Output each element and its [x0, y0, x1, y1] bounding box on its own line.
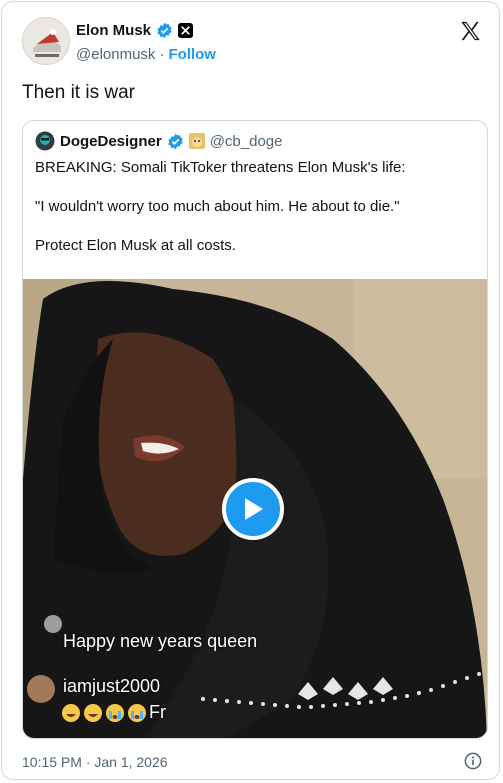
author-avatar[interactable] — [22, 17, 70, 65]
quoted-text-line: "I wouldn't worry too much about him. He… — [35, 198, 400, 215]
crying-emoji-icon — [127, 703, 147, 723]
laughing-emoji-icon — [83, 703, 103, 723]
crying-emoji-icon — [105, 703, 125, 723]
video-overlay-username: iamjust2000 — [63, 676, 161, 696]
author-handle[interactable]: @elonmusk — [76, 46, 155, 63]
follow-button[interactable]: Follow — [168, 46, 216, 63]
verified-badge-icon — [156, 22, 173, 39]
quoted-text-line: Protect Elon Musk at all costs. — [35, 237, 236, 254]
x-affiliate-badge-icon — [178, 23, 194, 38]
tweet-text: Then it is war — [22, 82, 135, 103]
x-logo-icon[interactable] — [459, 20, 482, 42]
quoted-author-name[interactable]: DogeDesigner — [60, 133, 162, 150]
doge-badge-icon — [188, 133, 205, 149]
tweet-card: Elon Musk @elonmusk · Follow Then it is … — [1, 1, 500, 780]
play-button[interactable] — [222, 478, 284, 540]
quoted-avatar — [35, 131, 55, 151]
verified-badge-icon — [167, 133, 184, 150]
separator-dot: · — [159, 46, 165, 63]
video-overlay-reaction: Fr — [61, 702, 166, 723]
quoted-tweet[interactable]: DogeDesigner @cb_doge BREAKING: Somali T… — [22, 120, 488, 739]
info-icon[interactable] — [464, 752, 482, 770]
quoted-author-handle[interactable]: @cb_doge — [210, 133, 283, 150]
play-icon — [241, 496, 265, 522]
video-overlay-comment: Fr — [149, 702, 166, 722]
quoted-text-line: BREAKING: Somali TikToker threatens Elon… — [35, 159, 406, 176]
video-overlay-comment: Happy new years queen — [63, 631, 258, 651]
video-player[interactable]: Happy new years queen iamjust2000 Fr — [23, 279, 487, 738]
author-name[interactable]: Elon Musk — [76, 22, 151, 39]
laughing-emoji-icon — [61, 703, 81, 723]
tweet-timestamp[interactable]: 10:15 PM · Jan 1, 2026 — [22, 754, 168, 770]
